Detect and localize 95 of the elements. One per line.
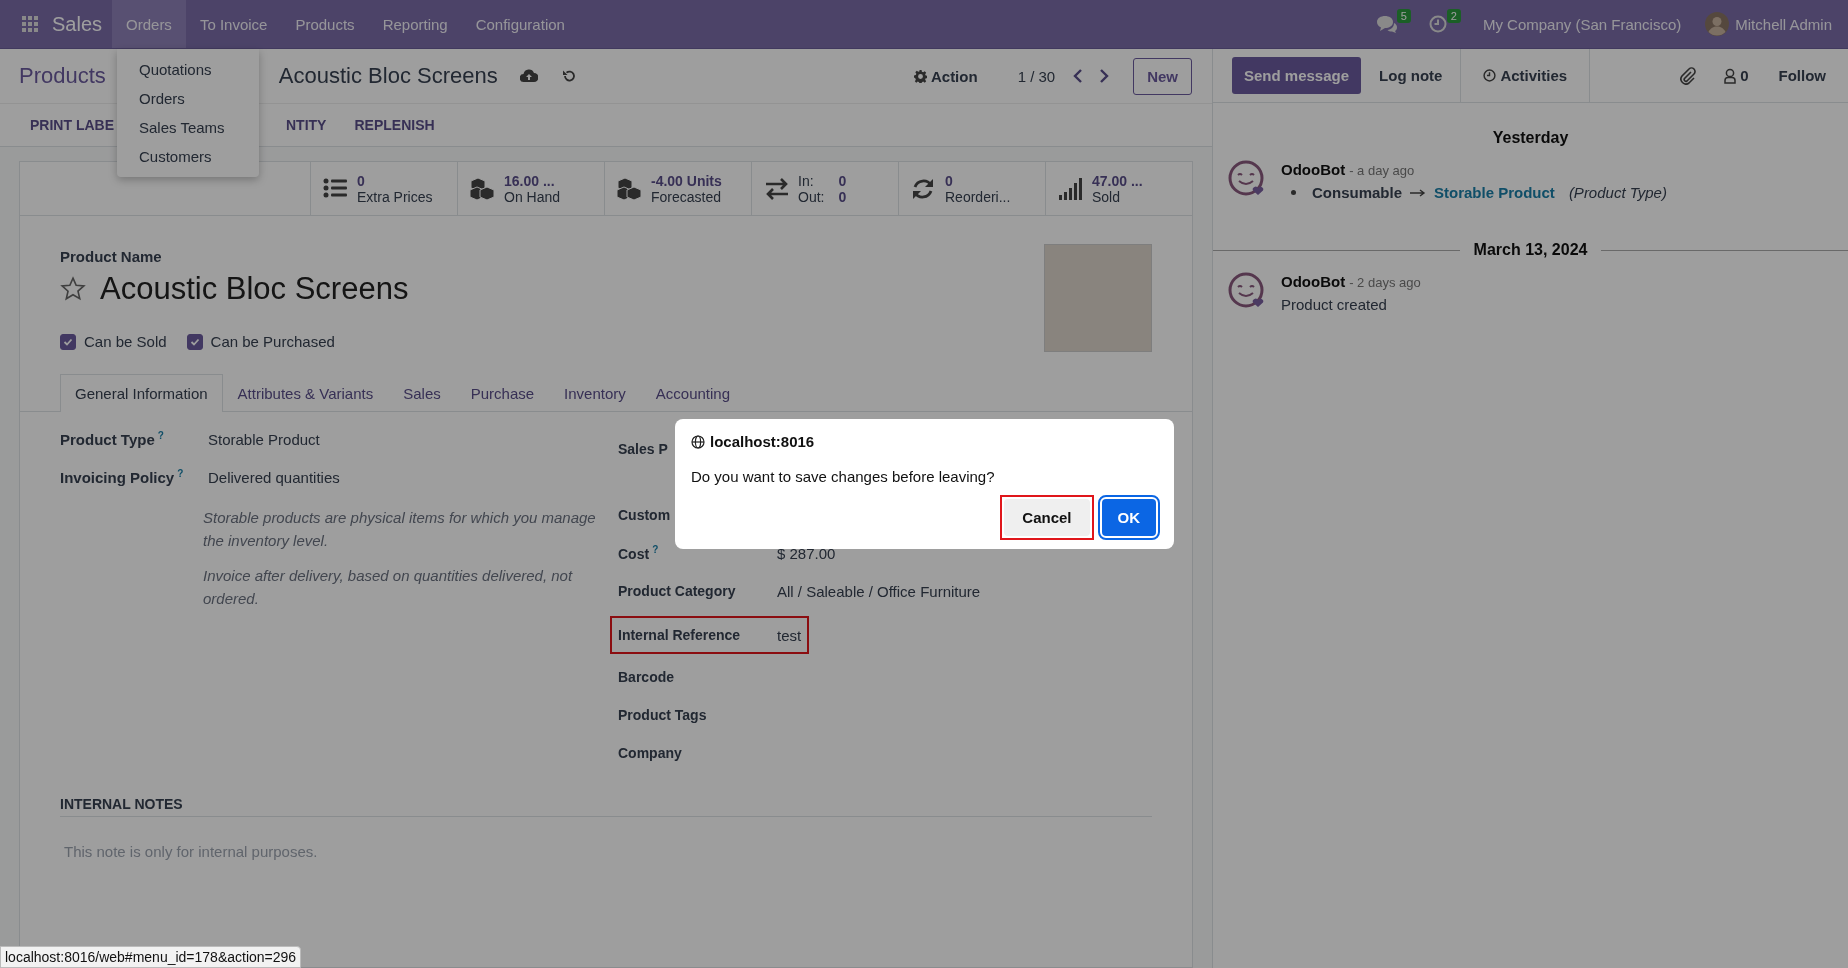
help-text: Storable products are physical items for which you manage the inventory level. xyxy=(203,508,597,551)
field-value[interactable]: Storable Product xyxy=(208,431,320,448)
star-icon[interactable] xyxy=(60,276,86,302)
undo-icon[interactable] xyxy=(561,69,576,83)
author-name[interactable]: OdooBot xyxy=(1281,273,1346,290)
tab[interactable]: Accounting xyxy=(640,374,746,412)
clock-icon xyxy=(1428,15,1447,33)
help-tooltip[interactable]: ? xyxy=(177,468,184,479)
field-value[interactable]: test xyxy=(777,626,802,644)
product-name: Acoustic Bloc Screens xyxy=(100,271,409,307)
field-label: Invoicing Policy xyxy=(60,469,175,486)
author-name[interactable]: OdooBot xyxy=(1281,161,1346,178)
field-label: Product Tags xyxy=(618,707,707,723)
chevron-left-icon[interactable] xyxy=(1073,69,1084,83)
field-label: Custom xyxy=(618,507,671,523)
paperclip-icon[interactable] xyxy=(1680,66,1697,85)
cubes-icon xyxy=(617,176,643,201)
gear-icon xyxy=(913,69,927,83)
menu-item[interactable]: Configuration xyxy=(461,0,579,48)
field-label: Product Category xyxy=(618,583,736,599)
tab[interactable]: Attributes & Variants xyxy=(222,374,389,412)
field-name: (Product Type) xyxy=(1568,184,1667,201)
globe-icon xyxy=(691,434,705,449)
status-url: localhost:8016/web#menu_id=178&action=296 xyxy=(0,946,302,968)
tab[interactable]: Purchase xyxy=(455,374,550,412)
action-link[interactable]: PRINT LABE xyxy=(30,117,114,133)
help-tooltip[interactable]: ? xyxy=(157,430,164,441)
date-separator: March 13, 2024 xyxy=(1473,241,1588,259)
dropdown-item[interactable]: Customers xyxy=(117,142,259,171)
new-value: Storable Product xyxy=(1434,184,1555,201)
avatar-icon xyxy=(1705,12,1730,36)
app-name[interactable]: Sales xyxy=(52,12,103,36)
checkmark-icon xyxy=(63,336,73,347)
checkmark-icon xyxy=(189,336,200,347)
user-menu[interactable]: Mitchell Admin xyxy=(1735,15,1832,33)
tab[interactable]: Sales xyxy=(388,374,456,412)
dialog-message: Do you want to save changes before leaving? xyxy=(691,468,996,485)
field-label: Cost xyxy=(618,545,650,562)
bot-avatar-icon xyxy=(1227,159,1265,197)
company-switcher[interactable]: My Company (San Francisco) xyxy=(1482,15,1682,33)
apps-grid-icon[interactable] xyxy=(22,16,38,32)
help-tooltip[interactable]: ? xyxy=(652,544,659,556)
breadcrumb-link[interactable]: Products xyxy=(19,63,106,89)
count-badge: 5 xyxy=(1396,9,1411,23)
dropdown-item[interactable]: Orders xyxy=(117,84,259,113)
field-label: Barcode xyxy=(618,669,675,685)
follow-button[interactable]: Follow xyxy=(1772,66,1832,85)
field-label: Internal Reference xyxy=(618,627,741,643)
field-label: Product Name xyxy=(60,248,163,265)
dropdown-item[interactable]: Sales Teams xyxy=(117,113,259,142)
old-value: Consumable xyxy=(1312,184,1402,201)
checkbox-label: Can be Sold xyxy=(84,333,167,350)
checkbox[interactable] xyxy=(60,333,76,350)
field-label: Product Type xyxy=(60,431,155,448)
cloud-upload-icon[interactable] xyxy=(519,69,538,83)
chevron-right-icon[interactable] xyxy=(1099,69,1110,83)
tab[interactable]: General Information xyxy=(60,374,223,412)
action-button[interactable]: Action xyxy=(907,66,984,86)
new-button[interactable]: New xyxy=(1133,57,1192,95)
field-label: Sales P xyxy=(618,441,668,457)
activities-button[interactable]: Activities xyxy=(1460,49,1591,102)
cubes-icon xyxy=(470,176,496,201)
date-separator: Yesterday xyxy=(1492,129,1569,147)
pager-value[interactable]: 1 / 30 xyxy=(1017,67,1056,85)
arrow-right-icon xyxy=(1410,188,1426,197)
checkbox[interactable] xyxy=(186,333,203,350)
action-link[interactable]: REPLENISH xyxy=(354,117,435,133)
record-title: Acoustic Bloc Screens xyxy=(278,63,498,89)
tab[interactable]: Inventory xyxy=(549,374,641,412)
exchange-arrows-icon xyxy=(764,176,790,201)
help-text: Invoice after delivery, based on quantities delivered, not ordered. xyxy=(203,566,574,609)
menu-item[interactable]: Products xyxy=(281,0,369,48)
count-badge: 2 xyxy=(1446,9,1461,23)
dropdown-item[interactable]: Quotations xyxy=(117,55,259,84)
person-icon xyxy=(1724,67,1737,84)
cancel-button[interactable]: Cancel xyxy=(1004,499,1090,536)
field-value[interactable]: Delivered quantities xyxy=(208,469,340,486)
menu-item[interactable]: Reporting xyxy=(368,0,462,48)
action-link[interactable]: NTITY xyxy=(286,117,327,133)
message-time: - 2 days ago xyxy=(1349,275,1421,290)
field-label: Company xyxy=(618,745,682,761)
clock-icon xyxy=(1483,69,1497,82)
chat-bubbles-icon xyxy=(1374,15,1397,33)
message-time: - a day ago xyxy=(1349,163,1415,178)
message-body: Product created xyxy=(1281,296,1388,313)
bot-avatar-icon xyxy=(1227,271,1265,309)
dialog-origin: localhost:8016 xyxy=(710,433,815,450)
send-message-button[interactable]: Send message xyxy=(1232,57,1362,94)
signal-bars-icon xyxy=(1058,176,1084,201)
field-value[interactable]: All / Saleable / Office Furniture xyxy=(777,582,981,600)
bullet-icon xyxy=(1291,190,1296,195)
followers-button[interactable]: 0 xyxy=(1718,66,1755,85)
log-note-button[interactable]: Log note xyxy=(1361,57,1461,94)
checkbox-label: Can be Purchased xyxy=(210,333,335,350)
section-heading: INTERNAL NOTES xyxy=(60,796,1152,817)
